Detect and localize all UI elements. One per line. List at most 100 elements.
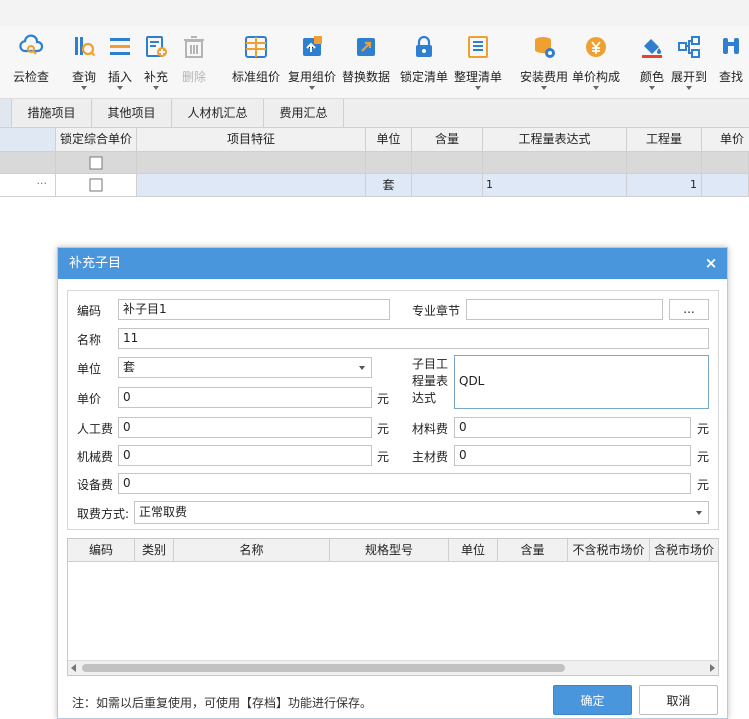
labor-label: 人工费	[77, 422, 114, 436]
grid-header-unit[interactable]: 单位	[366, 128, 412, 152]
code-field[interactable]: 补子目1	[118, 299, 390, 320]
organize-list-dropdown-icon	[475, 86, 481, 90]
name-label: 名称	[77, 333, 102, 347]
material-field[interactable]: 0	[454, 417, 691, 438]
lock-icon	[416, 35, 432, 57]
cancel-button[interactable]: 取消	[639, 685, 718, 715]
grid-header-content[interactable]: 含量	[412, 128, 483, 152]
res-header-price-excl-tax[interactable]: 不含税市场价	[568, 539, 650, 562]
subitem-form: 编码 补子目1 专业章节 ... 名称 11 单位 套 子目工程量表达式 QDL…	[67, 290, 719, 530]
install-fee-button[interactable]: 安装费用	[517, 32, 571, 94]
res-header-spec[interactable]: 规格型号	[330, 539, 449, 562]
query-icon	[75, 37, 96, 57]
reuse-pricing-label: 复用组价	[287, 70, 336, 84]
replace-data-label: 替换数据	[341, 70, 390, 84]
tab-labor-material-summary[interactable]: 人材机汇总	[172, 99, 264, 127]
machine-unit: 元	[377, 450, 390, 464]
replace-data-icon	[357, 38, 375, 56]
scroll-right-icon[interactable]	[710, 664, 715, 672]
scrollbar-thumb[interactable]	[82, 664, 565, 672]
insert-button[interactable]: 插入	[102, 32, 138, 94]
price-field[interactable]: 0	[118, 387, 372, 408]
title-strip	[0, 0, 749, 26]
table-row[interactable]	[0, 152, 749, 174]
reuse-pricing-button[interactable]: 复用组价	[286, 32, 338, 94]
cloud-check-button[interactable]: 云检查	[6, 32, 56, 94]
equipment-label: 设备费	[77, 478, 114, 492]
cloud-check-icon	[19, 34, 44, 55]
resource-table[interactable]: 编码 类别 名称 规格型号 单位 含量 不含税市场价 含税市场价	[67, 538, 719, 676]
lock-checkbox[interactable]	[89, 156, 103, 169]
unit-select-value: 套	[123, 360, 136, 374]
code-label: 编码	[77, 304, 102, 318]
install-fee-label: 安装费用	[519, 70, 568, 84]
grid-header-qty[interactable]: 工程量	[627, 128, 702, 152]
main-material-label: 主材费	[412, 450, 449, 464]
ok-button[interactable]: 确定	[553, 685, 632, 715]
grid-header-price[interactable]: 单价	[702, 128, 749, 152]
main-material-field[interactable]: 0	[454, 445, 691, 466]
organize-list-icon	[468, 36, 488, 58]
unit-label: 单位	[77, 362, 102, 376]
supplement-subitem-dialog: 补充子目 × 编码 补子目1 专业章节 ... 名称 11 单位 套 子目工程量…	[57, 247, 728, 719]
expand-to-dropdown-icon	[686, 86, 692, 90]
table-row[interactable]: ··· 套 1 1	[0, 174, 749, 197]
query-button[interactable]: 查询	[66, 32, 102, 94]
machine-field[interactable]: 0	[118, 445, 372, 466]
grid-header-features[interactable]: 项目特征	[137, 128, 366, 152]
insert-icon	[110, 38, 130, 55]
row-unit: 套	[366, 174, 412, 197]
color-bucket-icon	[642, 39, 662, 58]
reuse-pricing-dropdown-icon	[309, 86, 315, 90]
color-button[interactable]: 颜色	[634, 32, 670, 94]
standard-pricing-button[interactable]: 标准组价	[230, 32, 282, 94]
cloud-check-label: 云检查	[12, 70, 49, 84]
res-header-unit[interactable]: 单位	[449, 539, 498, 562]
row-qty: 1	[627, 174, 702, 197]
horizontal-scrollbar[interactable]	[68, 660, 718, 675]
name-field[interactable]: 11	[118, 328, 709, 349]
supplement-button[interactable]: 补充	[138, 32, 174, 94]
lock-list-button[interactable]: 锁定清单	[398, 32, 450, 94]
find-button[interactable]: 查找	[713, 32, 749, 94]
tab-previous[interactable]	[0, 99, 12, 127]
fee-mode-label: 取费方式:	[77, 507, 130, 521]
equipment-field[interactable]: 0	[118, 473, 691, 494]
organize-list-button[interactable]: 整理清单	[452, 32, 504, 94]
qty-expression-field[interactable]: QDL	[454, 355, 709, 409]
row-ellipsis-button[interactable]: ···	[37, 177, 48, 190]
res-header-price-incl-tax[interactable]: 含税市场价	[650, 539, 719, 562]
delete-label: 删除	[181, 70, 206, 84]
expand-to-button[interactable]: 展开到	[670, 32, 708, 94]
grid-header-lock-price[interactable]: 锁定综合单价	[56, 128, 137, 152]
chapter-field[interactable]	[466, 299, 663, 320]
standard-pricing-label: 标准组价	[231, 70, 280, 84]
fee-mode-select[interactable]: 正常取费	[134, 501, 709, 524]
tab-other-items[interactable]: 其他项目	[92, 99, 172, 127]
res-header-code[interactable]: 编码	[68, 539, 135, 562]
tab-measures[interactable]: 措施项目	[12, 99, 92, 127]
delete-button[interactable]: 删除	[176, 32, 212, 94]
find-label: 查找	[718, 70, 743, 84]
chapter-browse-button[interactable]: ...	[669, 299, 709, 320]
res-header-content[interactable]: 含量	[498, 539, 568, 562]
grid-header-qty-expr[interactable]: 工程量表达式	[483, 128, 627, 152]
material-label: 材料费	[412, 422, 449, 436]
unit-price-button[interactable]: 单价构成	[570, 32, 622, 94]
unit-price-label: 单价构成	[571, 70, 620, 84]
res-header-category[interactable]: 类别	[135, 539, 174, 562]
supplement-dropdown-icon	[153, 86, 159, 90]
unit-select[interactable]: 套	[118, 357, 372, 378]
chevron-down-icon	[696, 511, 702, 515]
replace-data-button[interactable]: 替换数据	[340, 32, 392, 94]
lock-checkbox[interactable]	[89, 178, 103, 192]
labor-field[interactable]: 0	[118, 417, 372, 438]
equipment-unit: 元	[697, 478, 710, 492]
install-fee-dropdown-icon	[541, 86, 547, 90]
res-header-name[interactable]: 名称	[174, 539, 330, 562]
tab-cost-summary[interactable]: 费用汇总	[264, 99, 344, 127]
scroll-left-icon[interactable]	[71, 664, 76, 672]
standard-pricing-icon	[245, 36, 267, 58]
dialog-titlebar[interactable]: 补充子目 ×	[58, 248, 727, 279]
close-icon[interactable]: ×	[702, 254, 720, 272]
